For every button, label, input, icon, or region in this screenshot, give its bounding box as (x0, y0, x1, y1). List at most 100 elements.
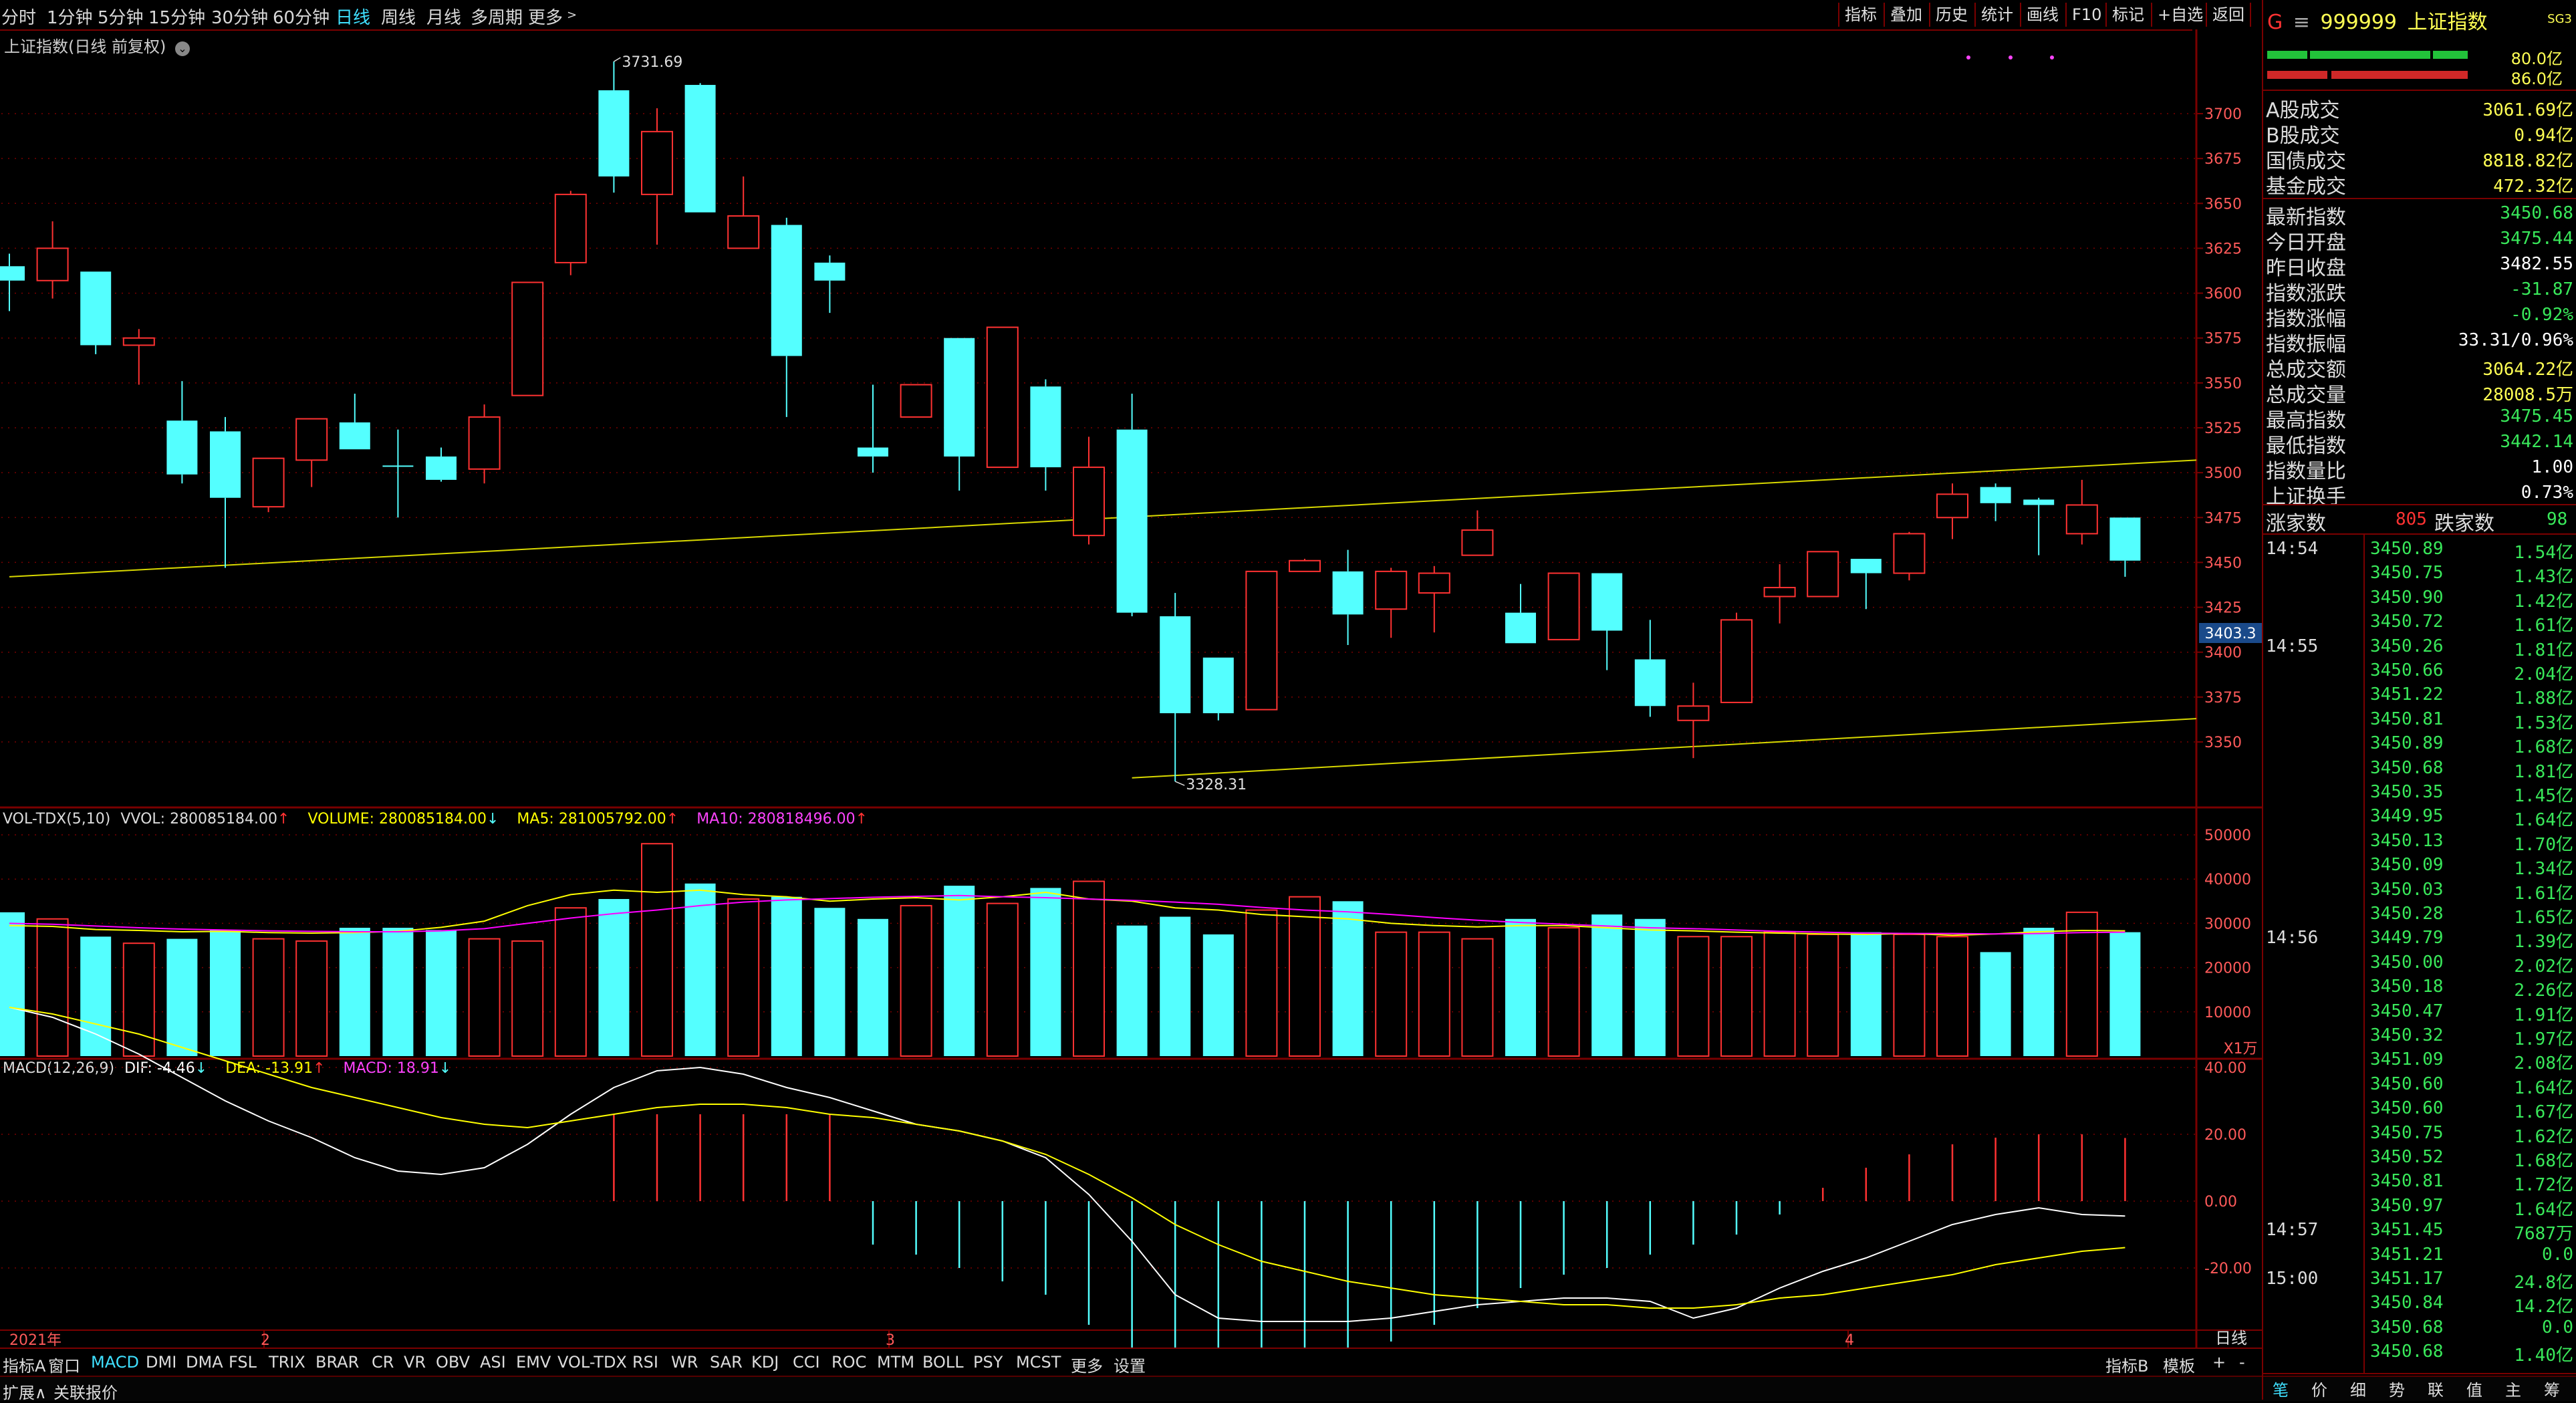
tab-indicator-b[interactable]: 指标B (2105, 1353, 2148, 1376)
tab-fsl[interactable]: FSL (229, 1353, 257, 1372)
quote-row-value: 8818.82亿 (2482, 151, 2573, 171)
tab-macd[interactable]: MACD (91, 1353, 139, 1372)
tab-more[interactable]: 更多 (1071, 1353, 1103, 1376)
tab-cci[interactable]: CCI (793, 1353, 820, 1372)
tab-emv[interactable]: EMV (516, 1353, 551, 1372)
price-tick-label: 3500 (2204, 465, 2242, 482)
tab-indicator-a[interactable]: 指标A (3, 1353, 45, 1376)
zoom-in-button[interactable]: + (2212, 1353, 2226, 1372)
tick-price: 3449.95 (2370, 806, 2444, 827)
candle-body (1418, 572, 1450, 594)
tab-cr[interactable]: CR (372, 1353, 394, 1372)
quote-tab[interactable]: 笔 (2273, 1377, 2289, 1400)
candle-body (2023, 499, 2055, 505)
zoom-out-button[interactable]: - (2239, 1353, 2245, 1372)
tab-template[interactable]: 模板 (2163, 1353, 2195, 1376)
kline-chart[interactable]: 3350 3375 3400 3425 3450 3475 3500 3525 3550 3575… (0, 0, 2262, 1348)
quote-row: 总成交额 3064.22亿 (2263, 353, 2576, 382)
quote-tab[interactable]: 筹 (2544, 1377, 2560, 1400)
price-tick-label: 3425 (2204, 600, 2242, 617)
quote-panel: G ≡ 999999 上证指数 SG3 80.0亿 86.0亿 A股成交 3061… (2262, 0, 2576, 1400)
tab-mtm[interactable]: MTM (877, 1353, 914, 1372)
tick-price: 3451.21 (2370, 1244, 2444, 1265)
candle-body (511, 281, 544, 396)
tab-psy[interactable]: PSY (973, 1353, 1003, 1372)
tick-price: 3450.13 (2370, 830, 2444, 851)
low-price-marker: 3328.31 (1186, 777, 1247, 793)
tab-asi[interactable]: ASI (480, 1353, 506, 1372)
tab-wr[interactable]: WR (671, 1353, 698, 1372)
quote-tab[interactable]: 值 (2466, 1377, 2482, 1400)
tick-row: 14:54 3450.89 1.54亿 (2263, 539, 2576, 563)
tick-volume: 1.91亿 (2514, 1005, 2573, 1025)
macd-tick-label: 0.00 (2204, 1194, 2237, 1210)
volume-bar (1634, 918, 1666, 1056)
tab-settings[interactable]: 设置 (1114, 1353, 1146, 1376)
tick-volume: 14.2亿 (2514, 1297, 2573, 1317)
tick-volume: 1.70亿 (2514, 834, 2573, 855)
tab-dma[interactable]: DMA (186, 1353, 223, 1372)
tab-boll[interactable]: BOLL (922, 1353, 964, 1372)
volume-bar (166, 938, 198, 1056)
tick-price: 3450.32 (2370, 1025, 2444, 1045)
tick-row: 3451.21 0.0 (2263, 1245, 2576, 1269)
volume-bar (1850, 932, 1882, 1056)
quote-tab[interactable]: 联 (2428, 1377, 2444, 1400)
tick-volume: 2.08亿 (2514, 1053, 2573, 1074)
macd-tick-label: -20.00 (2204, 1261, 2252, 1277)
price-tick-label: 3625 (2204, 241, 2242, 257)
candle-body (122, 337, 155, 346)
tick-price: 3450.81 (2370, 1171, 2444, 1192)
price-tick-label: 3700 (2204, 106, 2242, 123)
tick-volume: 1.42亿 (2514, 591, 2573, 612)
tick-price: 3450.84 (2370, 1293, 2444, 1313)
quote-row-value: 3450.68 (2500, 203, 2573, 223)
quote-row-value: 3475.44 (2500, 229, 2573, 249)
period-label-right: 日线 (2215, 1329, 2247, 1348)
quote-row: 基金成交 472.32亿 (2263, 170, 2576, 199)
tab-trix[interactable]: TRIX (269, 1353, 305, 1372)
x-label-feb: 2 (261, 1332, 270, 1348)
tab-window[interactable]: 窗口 (48, 1353, 80, 1376)
tick-row: 3450.09 1.34亿 (2263, 855, 2576, 879)
tab-obv[interactable]: OBV (436, 1353, 470, 1372)
candle-body (1332, 571, 1364, 615)
tick-price: 3450.28 (2370, 904, 2444, 924)
tab-mcst[interactable]: MCST (1016, 1353, 1061, 1372)
price-tick-label: 3450 (2204, 555, 2242, 571)
candle-body (1634, 659, 1666, 707)
quote-header: G ≡ 999999 上证指数 (2267, 5, 2488, 35)
quote-tab[interactable]: 主 (2505, 1377, 2521, 1400)
candle-body (1461, 529, 1494, 556)
tick-price: 3450.60 (2370, 1073, 2444, 1094)
tick-price: 3450.81 (2370, 709, 2444, 729)
tab-kdj[interactable]: KDJ (751, 1353, 779, 1372)
quote-tab[interactable]: 势 (2389, 1377, 2405, 1400)
volume-bar (511, 940, 544, 1057)
macd-tick-label: 40.00 (2204, 1060, 2246, 1077)
tab-sar[interactable]: SAR (710, 1353, 743, 1372)
volume-bar (986, 902, 1019, 1057)
down-count-label: 跌家数 (2434, 512, 2494, 535)
tab-vr[interactable]: VR (404, 1353, 426, 1372)
volume-tick-label: 30000 (2204, 916, 2251, 932)
tab-vol-tdx[interactable]: VOL-TDX (557, 1353, 627, 1372)
menu-icon[interactable]: ≡ (2293, 11, 2310, 34)
tick-volume: 1.88亿 (2514, 688, 2573, 709)
tick-row: 14:57 3451.45 7687万 (2263, 1220, 2576, 1244)
tab-brar[interactable]: BRAR (315, 1353, 359, 1372)
tab-dmi[interactable]: DMI (146, 1353, 176, 1372)
quote-row-value: 1.00 (2531, 457, 2573, 477)
indicator-tab-bar: 指标A 窗口 MACD DMI DMA FSL TRIX BRAR CR VR … (0, 1348, 2262, 1376)
volume-bar (2023, 928, 2055, 1056)
candle-body (554, 193, 587, 263)
volume-bar (1591, 914, 1623, 1056)
tab-roc[interactable]: ROC (831, 1353, 866, 1372)
tab-rsi[interactable]: RSI (632, 1353, 658, 1372)
quote-tab[interactable]: 价 (2311, 1377, 2327, 1400)
quote-tab[interactable]: 细 (2350, 1377, 2366, 1400)
tick-row: 3450.66 2.04亿 (2263, 660, 2576, 684)
tick-volume: 1.72亿 (2514, 1175, 2573, 1196)
volume-bar (900, 904, 932, 1057)
tick-row: 3450.18 2.26亿 (2263, 977, 2576, 1001)
